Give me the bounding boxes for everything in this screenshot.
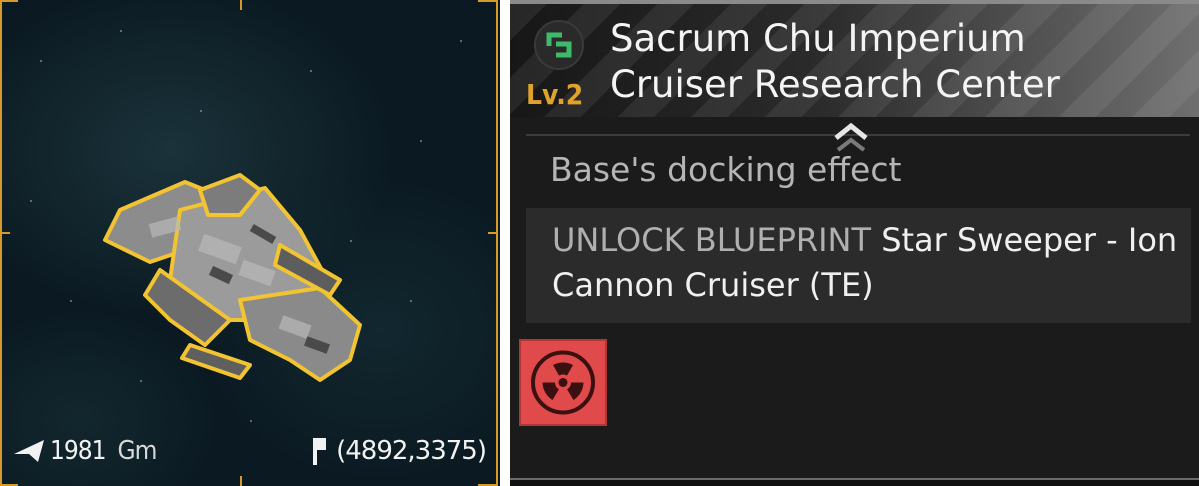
docking-effect-label: Base's docking effect [550, 150, 902, 189]
coordinates-readout: (4892,3375) [310, 436, 487, 466]
star [460, 40, 462, 42]
panel-header: Lv.2 Sacrum Chu Imperium Cruiser Researc… [510, 4, 1199, 117]
star [70, 300, 72, 302]
distance-unit: Gm [117, 436, 158, 466]
radiation-icon [531, 350, 595, 415]
base-title-line-2: Cruiser Research Center [610, 63, 1060, 106]
docking-effect-card: UNLOCK BLUEPRINT Star Sweeper - Ion Cann… [526, 208, 1191, 323]
effect-prefix: UNLOCK BLUEPRINT [552, 221, 872, 259]
collapse-chevron-icon[interactable] [830, 120, 872, 154]
star [120, 30, 122, 32]
coordinates-value: (4892,3375) [336, 436, 487, 466]
panel-bottom-border [510, 478, 1199, 486]
map-pin-icon [313, 438, 327, 465]
star [250, 420, 252, 422]
base-level: Lv.2 [526, 78, 584, 111]
star [310, 70, 312, 72]
radiation-effect-button[interactable] [519, 339, 607, 426]
star [200, 110, 202, 112]
star [410, 300, 412, 302]
cruiser-ship[interactable] [90, 170, 380, 400]
star [40, 60, 42, 62]
docking-effect-text: UNLOCK BLUEPRINT Star Sweeper - Ion Cann… [552, 218, 1182, 308]
distance-readout: 1981 Gm [14, 436, 158, 466]
base-info-panel: Lv.2 Sacrum Chu Imperium Cruiser Researc… [510, 0, 1199, 486]
map-viewport[interactable]: 1981 Gm (4892,3375) [0, 0, 500, 486]
star [30, 200, 32, 202]
distance-arrow-icon [14, 440, 44, 462]
base-title-line-1: Sacrum Chu Imperium [610, 17, 1026, 60]
base-title: Sacrum Chu Imperium Cruiser Research Cen… [610, 16, 1060, 108]
star [420, 140, 422, 142]
distance-value: 1981 [50, 436, 107, 466]
base-module-icon [534, 20, 584, 70]
